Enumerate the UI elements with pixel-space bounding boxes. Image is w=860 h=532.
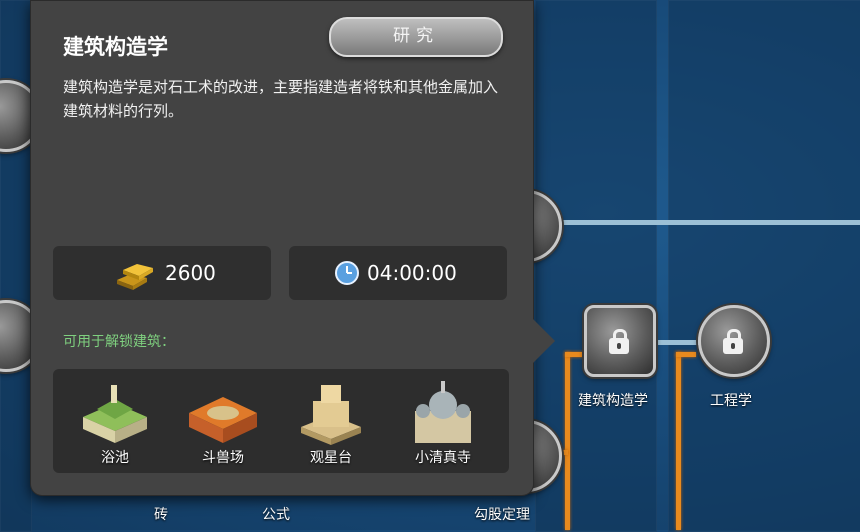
building-label: 小清真寺 bbox=[415, 450, 471, 466]
gold-bars-icon bbox=[117, 264, 153, 290]
tech-label-pythagoras: 勾股定理 bbox=[474, 507, 530, 523]
orange-connector-2 bbox=[565, 352, 585, 357]
colosseum-building-icon bbox=[189, 397, 257, 443]
tooltip-title: 建筑构造学 bbox=[63, 35, 168, 59]
node-label-engineering: 工程学 bbox=[710, 393, 752, 409]
tree-connector-mid bbox=[655, 340, 700, 345]
tree-connector-top bbox=[535, 220, 860, 225]
unlock-buildings-label: 可用于解锁建筑： bbox=[63, 334, 175, 350]
building-label: 斗兽场 bbox=[202, 450, 244, 466]
time-panel: 04:00:00 bbox=[289, 246, 507, 300]
clock-icon bbox=[335, 261, 359, 285]
building-label: 浴池 bbox=[101, 450, 129, 466]
cost-panel: 2600 bbox=[53, 246, 271, 300]
tech-node-construction[interactable] bbox=[584, 305, 656, 377]
lock-icon bbox=[723, 329, 743, 354]
tooltip-description: 建筑构造学是对石工术的改进，主要指建造者将铁和其他金属加入建筑材料的行列。 bbox=[63, 78, 499, 120]
time-value: 04:00:00 bbox=[367, 261, 457, 285]
building-mosque[interactable]: 小清真寺 bbox=[403, 377, 483, 467]
tech-node-engineering[interactable] bbox=[698, 305, 770, 377]
tech-tooltip: 建筑构造学 研究 建筑构造学是对石工术的改进，主要指建造者将铁和其他金属加入建筑… bbox=[30, 0, 555, 496]
research-button[interactable]: 研究 bbox=[329, 17, 503, 57]
node-label-construction: 建筑构造学 bbox=[578, 393, 648, 409]
mosque-building-icon bbox=[415, 381, 471, 443]
unlock-buildings-list: 浴池 斗兽场 观星台 小清真寺 bbox=[53, 369, 509, 473]
lock-icon bbox=[609, 329, 629, 354]
building-bath[interactable]: 浴池 bbox=[75, 377, 155, 467]
cost-value: 2600 bbox=[165, 261, 216, 285]
building-label: 观星台 bbox=[310, 450, 352, 466]
tech-label-formula: 公式 bbox=[262, 507, 290, 523]
building-observatory[interactable]: 观星台 bbox=[291, 377, 371, 467]
bath-building-icon bbox=[83, 385, 147, 443]
orange-connector-3 bbox=[676, 352, 681, 530]
building-colosseum[interactable]: 斗兽场 bbox=[183, 377, 263, 467]
tech-label-brick: 砖 bbox=[154, 507, 168, 523]
orange-connector-1 bbox=[565, 352, 570, 530]
observatory-building-icon bbox=[301, 385, 361, 445]
orange-connector-4 bbox=[676, 352, 696, 357]
bg-column-right bbox=[668, 0, 860, 532]
